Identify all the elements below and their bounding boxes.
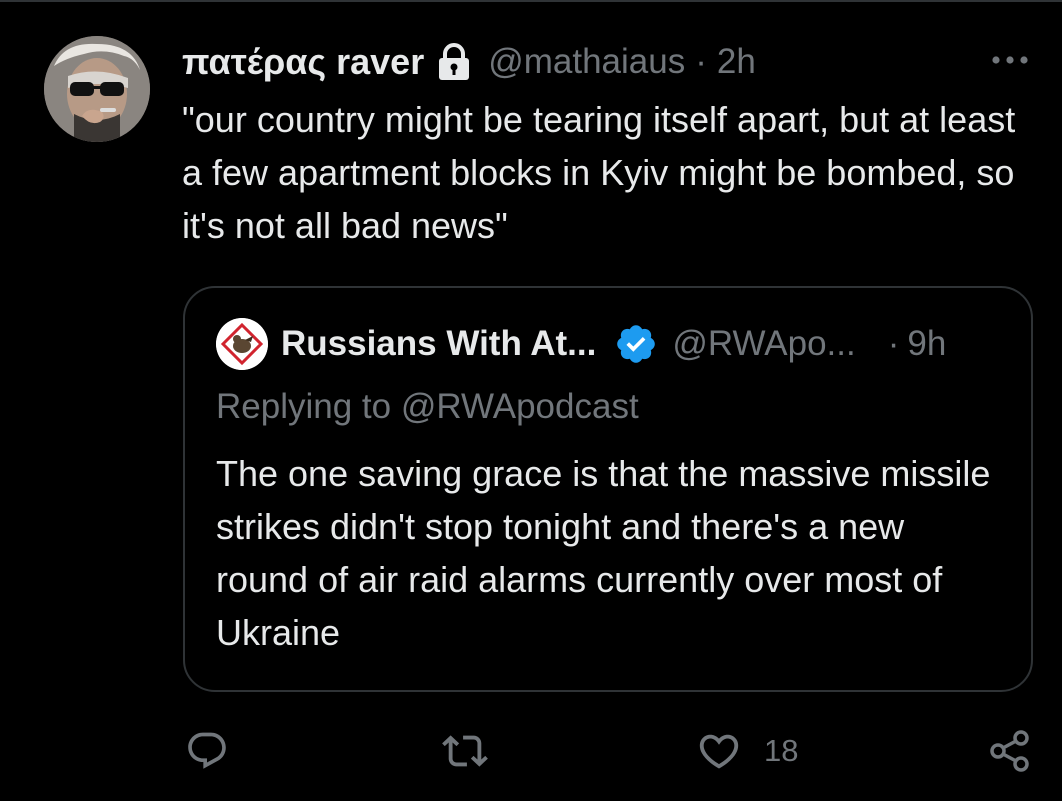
more-horizontal-icon[interactable] [990,48,1030,72]
author-display-name[interactable]: πατέρας raver [182,41,424,83]
like-button[interactable]: 18 [696,728,798,774]
share-button[interactable] [988,728,1032,774]
tweet-timestamp[interactable]: 2h [717,42,756,82]
retweet-button[interactable] [442,728,488,774]
tweet-header: πατέρας raver @mathaiaus · 2h [182,38,1012,86]
verified-badge-icon [614,322,658,366]
quoted-tweet-timestamp[interactable]: 9h [907,324,946,364]
author-avatar[interactable] [44,36,150,142]
author-handle[interactable]: @mathaiaus [488,42,685,82]
tweet-text: "our country might be tearing itself apa… [182,99,1026,246]
like-count: 18 [764,733,799,768]
quoted-tweet-header: Russians With At... @RWApo... · 9h [281,318,1021,370]
separator-dot: · [695,42,707,81]
quoted-tweet-text: The one saving grace is that the massive… [216,453,1001,653]
replying-to-label: Replying to @RWApodcast [216,387,639,426]
quoted-author-avatar[interactable] [216,318,268,370]
reply-icon [185,729,229,773]
quoted-author-handle[interactable]: @RWApo... [672,324,855,364]
share-icon [988,729,1032,773]
heart-icon [696,728,742,774]
retweet-icon [442,728,488,774]
reply-button[interactable] [185,728,229,774]
quoted-author-display-name[interactable]: Russians With At... [281,324,596,364]
top-divider [0,0,1062,2]
quoted-separator-dot: · [887,324,900,363]
lock-icon [436,42,472,82]
